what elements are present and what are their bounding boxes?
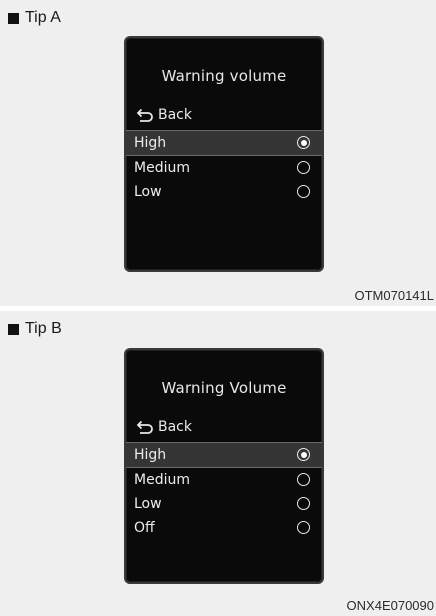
option-label: Medium (134, 472, 190, 488)
tip-a-panel: Tip A Warning volume Back High Medium Lo… (0, 0, 436, 306)
radio-unselected-icon (297, 473, 310, 486)
option-label: Medium (134, 160, 190, 176)
back-label: Back (158, 419, 192, 435)
tip-a-label: Tip A (25, 9, 61, 26)
screen-title: Warning volume (161, 67, 287, 85)
radio-unselected-icon (297, 497, 310, 510)
tip-b-label: Tip B (25, 320, 62, 337)
option-low[interactable]: Low (126, 492, 322, 516)
radio-unselected-icon (297, 521, 310, 534)
image-code: ONX4E070090 (346, 598, 434, 613)
radio-selected-icon (297, 136, 310, 149)
cluster-display-a: Warning volume Back High Medium Low (124, 36, 324, 272)
option-medium[interactable]: Medium (126, 468, 322, 492)
square-bullet-icon (8, 12, 19, 24)
option-off[interactable]: Off (126, 516, 322, 540)
tip-b-panel: Tip B Warning Volume Back High Medium Lo… (0, 311, 436, 616)
back-arrow-icon (136, 108, 154, 122)
back-button[interactable]: Back (126, 105, 322, 125)
tip-a-heading: Tip A (8, 7, 61, 29)
option-label: Low (134, 184, 162, 200)
option-label: Low (134, 496, 162, 512)
option-medium[interactable]: Medium (126, 156, 322, 180)
screen-title: Warning Volume (161, 379, 287, 397)
radio-selected-icon (297, 448, 310, 461)
square-bullet-icon (8, 323, 19, 335)
radio-unselected-icon (297, 185, 310, 198)
option-high[interactable]: High (126, 443, 322, 468)
option-high[interactable]: High (126, 131, 322, 156)
option-low[interactable]: Low (126, 180, 322, 204)
back-button[interactable]: Back (126, 417, 322, 437)
image-code: OTM070141L (354, 288, 435, 303)
option-label: High (134, 135, 167, 151)
back-label: Back (158, 107, 192, 123)
option-label: Off (134, 520, 155, 536)
back-arrow-icon (136, 420, 154, 434)
tip-b-heading: Tip B (8, 318, 62, 340)
cluster-display-b: Warning Volume Back High Medium Low Off (124, 348, 324, 584)
option-label: High (134, 447, 167, 463)
radio-unselected-icon (297, 161, 310, 174)
